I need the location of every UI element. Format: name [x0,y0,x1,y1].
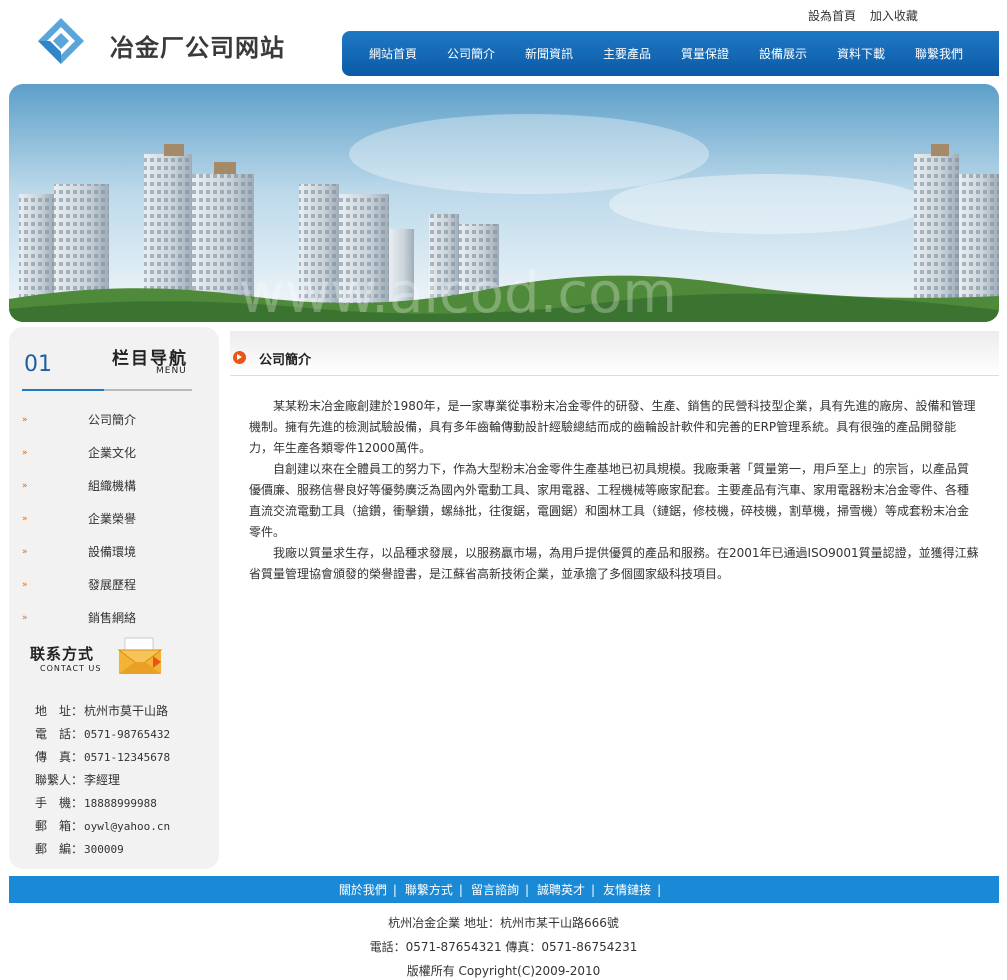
footer-phone: 電話：0571-87654321 傳真：0571-86754231 [369,940,638,954]
nav-news[interactable]: 新聞資訊 [510,45,588,62]
footer-nav: 關於我們 | 聯繫方式 | 留言諮詢 | 誠聘英才 | 友情鏈接 | [9,876,999,903]
footer-link-message[interactable]: 留言諮詢 [471,881,519,898]
contact-row-mobile: 手 機：18888999988 [35,796,157,810]
nav-about[interactable]: 公司簡介 [432,45,510,62]
nav-products[interactable]: 主要產品 [588,45,666,62]
paragraph: 我廠以質量求生存，以品種求發展，以服務贏市場，為用戶提供優質的產品和服務。在20… [249,546,979,581]
sidebar-item-equipment[interactable]: » 設備環境 [22,535,202,568]
arrow-right-icon: » [22,513,28,524]
divider [104,389,192,391]
nav-contact[interactable]: 聯繫我們 [900,45,978,62]
paragraph: 自創建以來在全體員工的努力下，作為大型粉末冶金零件生產基地已初具規模。我廠秉著「… [249,462,970,539]
sidebar-item-history[interactable]: » 發展歷程 [22,568,202,601]
contact-row-address: 地 址：杭州市莫干山路 [35,704,169,718]
sidebar-item-about[interactable]: » 公司簡介 [22,403,202,436]
arrow-right-icon: » [22,612,28,623]
sidebar-item-sales[interactable]: » 銷售網絡 [22,601,202,634]
arrow-right-icon: » [22,447,28,458]
set-homepage-link[interactable]: 設為首頁 [808,9,856,23]
contact-row-postcode: 郵 編：300009 [35,842,124,856]
separator: | [458,882,463,897]
divider [22,389,104,391]
separator: | [392,882,397,897]
arrow-right-icon: » [22,414,28,425]
sidebar-number: 01 [24,352,52,377]
add-favorite-link[interactable]: 加入收藏 [870,9,918,23]
sidebar-menu: » 公司簡介 » 企業文化 » 組織機構 » 企業榮譽 » 設備環境 » 發展歷程 » 銷售網… [22,403,202,634]
contact-row-phone: 電 話：0571-98765432 [35,727,171,741]
footer-link-friends[interactable]: 友情鏈接 [603,881,651,898]
envelope-icon [117,637,163,674]
sidebar-item-label: 企業榮譽 [88,512,137,526]
contact-row-person: 聯繫人：李經理 [35,773,121,787]
sidebar-item-label: 銷售網絡 [88,611,137,625]
footer-link-about[interactable]: 關於我們 [339,881,387,898]
sidebar-item-label: 發展歷程 [88,578,137,592]
paragraph: 某某粉末冶金廠創建於1980年，是一家專業從事粉末冶金零件的研發、生產、銷售的民… [249,399,976,455]
sidebar-item-label: 公司簡介 [88,413,137,427]
nav-downloads[interactable]: 資料下載 [822,45,900,62]
separator: | [524,882,530,897]
arrow-right-icon: » [22,546,28,557]
banner-watermark: www.aicod.com [239,261,677,322]
nav-home[interactable]: 網站首頁 [354,45,432,62]
banner-image: www.aicod.com [9,84,999,322]
sidebar-item-label: 企業文化 [88,446,137,460]
footer-address: 杭州冶金企業 地址：杭州市某干山路666號 [388,916,619,930]
content-body: 某某粉末冶金廠創建於1980年，是一家專業從事粉末冶金零件的研發、生產、銷售的民… [249,396,979,585]
footer-copyright: 版權所有 Copyright(C)2009-2010 [406,964,601,978]
sidebar-item-label: 設備環境 [88,545,137,559]
page-title: 公司簡介 [259,353,312,368]
top-links: 設為首頁 加入收藏 [808,7,928,24]
contact-row-fax: 傳 真：0571-12345678 [35,750,171,764]
nav-quality[interactable]: 質量保證 [666,45,744,62]
sidebar-item-culture[interactable]: » 企業文化 [22,436,202,469]
contact-list: 地 址：杭州市莫干山路 電 話：0571-98765432 傳 真：0571-1… [35,700,215,861]
content-header [230,331,999,376]
main-nav: 網站首頁 公司簡介 新聞資訊 主要產品 質量保證 設備展示 資料下載 聯繫我們 [342,31,999,76]
nav-equipment[interactable]: 設備展示 [744,45,822,62]
contact-title: 联系方式 [30,645,95,663]
arrow-right-icon: » [22,480,28,491]
arrow-right-icon: » [22,579,28,590]
separator: | [657,882,662,897]
footer-link-contact[interactable]: 聯繫方式 [405,881,453,898]
sidebar-item-honors[interactable]: » 企業榮譽 [22,502,202,535]
contact-row-email: 郵 箱：oywl@yahoo.cn [35,819,171,833]
site-title: 冶金厂公司网站 [110,33,285,62]
sidebar-subtitle: MENU [156,366,187,376]
contact-subtitle: CONTACT US [40,664,102,673]
arrow-circle-icon [233,351,246,364]
sidebar-item-label: 組織機構 [88,479,137,493]
separator: | [591,882,596,897]
diamond-logo-icon[interactable] [36,16,86,66]
footer-link-jobs[interactable]: 誠聘英才 [537,881,585,898]
sidebar-item-organization[interactable]: » 組織機構 [22,469,202,502]
